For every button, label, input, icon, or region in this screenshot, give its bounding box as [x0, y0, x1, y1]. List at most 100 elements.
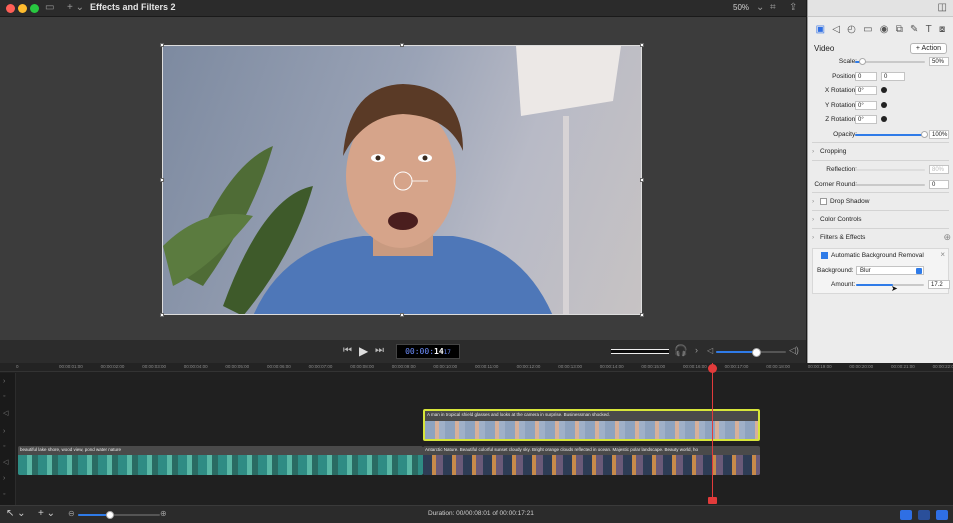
video-preview[interactable] — [162, 45, 642, 315]
opacity-slider[interactable] — [855, 130, 928, 138]
timeline-clip[interactable]: beautiful lake shore, wood view, pond wa… — [18, 446, 423, 475]
inspector-toggle-icon[interactable]: ◫ — [938, 2, 947, 13]
ruler-tick-label: 00:00:19:00 — [807, 364, 832, 369]
cropping-section[interactable]: Cropping — [808, 143, 953, 160]
playhead-end-marker[interactable] — [708, 497, 717, 504]
ruler-tick-label: 00:00:12:00 — [516, 364, 541, 369]
volume-fill — [716, 351, 756, 353]
annotation-tab-icon[interactable]: ✎ — [910, 24, 918, 35]
zoom-in-icon[interactable]: ⊕ — [160, 509, 167, 518]
sidebar-toggle-icon[interactable]: ▭ — [45, 2, 54, 14]
screen-tab-icon[interactable]: ▭ — [863, 24, 872, 35]
track-expand-icon[interactable]: › — [3, 428, 5, 435]
volume-slider[interactable] — [716, 348, 786, 357]
snap-toggle-button[interactable] — [900, 510, 912, 520]
pointer-tool-icon[interactable]: ↖ ⌄ — [6, 508, 26, 519]
z-rotation-dial-icon[interactable] — [881, 116, 887, 122]
add-effect-icon[interactable]: ⊕ — [943, 229, 951, 246]
resize-handle[interactable] — [400, 43, 404, 47]
position-x-field[interactable]: 0 — [855, 71, 877, 81]
x-rotation-field[interactable]: 0° — [855, 86, 877, 95]
effect-enabled[interactable]: Automatic Background Removal — [821, 252, 924, 259]
track-audio-icon[interactable]: ◁ — [3, 458, 8, 466]
text-tab-icon[interactable]: T — [926, 24, 932, 35]
zoom-out-icon[interactable]: ⊖ — [68, 509, 75, 518]
minimize-window-button[interactable] — [18, 4, 27, 13]
amount-field[interactable]: 17.2 — [928, 280, 950, 289]
timeline-clip[interactable]: Antarctic Nature. Beautiful colorful sun… — [423, 446, 760, 475]
headphones-icon[interactable]: 🎧 — [674, 344, 688, 357]
ripple-toggle-button[interactable] — [918, 510, 930, 520]
fast-forward-icon[interactable]: ⏭ — [375, 345, 384, 356]
speed-tab-icon[interactable]: ◴ — [847, 24, 856, 35]
track-audio-icon[interactable]: ◁ — [3, 409, 8, 417]
amount-fill — [856, 284, 894, 286]
shapes-tab-icon[interactable]: ⧉ — [896, 24, 903, 35]
resize-handle[interactable] — [400, 313, 404, 317]
resize-handle[interactable] — [160, 43, 164, 47]
reflection-slider[interactable] — [855, 169, 925, 171]
resize-handle[interactable] — [160, 313, 164, 317]
crop-icon[interactable]: ⌗ — [770, 2, 776, 14]
timeline-zoom-knob[interactable] — [106, 511, 114, 519]
position-y-field[interactable]: 0 — [881, 71, 905, 81]
timecode-display[interactable]: 00:00:1417 — [396, 344, 460, 359]
playhead-handle[interactable] — [708, 364, 717, 373]
color-controls-section[interactable]: Color Controls — [808, 211, 953, 228]
chevron-right-icon[interactable]: › — [695, 345, 698, 355]
drop-shadow-section[interactable]: Drop Shadow — [808, 193, 953, 210]
resize-handle[interactable] — [640, 43, 644, 47]
volume-knob[interactable] — [752, 348, 761, 357]
resize-handle[interactable] — [160, 178, 164, 182]
scale-field[interactable]: 50% — [929, 57, 949, 66]
corner-round-field[interactable]: 0 — [929, 179, 949, 189]
drop-shadow-checkbox[interactable] — [820, 197, 827, 205]
scale-knob[interactable] — [859, 58, 867, 65]
effect-checkbox[interactable] — [821, 252, 828, 259]
share-icon[interactable]: ⇪ — [789, 2, 797, 14]
y-rotation-field[interactable]: 0° — [855, 100, 877, 110]
opacity-knob[interactable] — [921, 130, 928, 138]
close-window-button[interactable] — [6, 4, 15, 13]
playhead-line[interactable] — [712, 363, 713, 503]
resize-handle[interactable] — [640, 178, 644, 182]
timeline-zoom-slider[interactable] — [78, 511, 160, 519]
timeline-clip-selected[interactable]: A man in tropical shield glasses and loo… — [423, 409, 760, 441]
record-tab-icon[interactable]: ◉ — [880, 24, 889, 35]
track-lock-icon[interactable]: › — [3, 378, 5, 385]
magnet-toggle-button[interactable] — [936, 510, 948, 520]
audio-tab-icon[interactable]: ◁ — [832, 24, 840, 35]
scale-slider[interactable] — [855, 58, 925, 65]
add-icon[interactable]: + ⌄ — [67, 2, 84, 14]
zoom-dropdown-icon[interactable]: ⌄ — [756, 2, 764, 14]
track-visibility-icon[interactable]: ◦ — [3, 443, 5, 450]
title-bar: ▭ + ⌄ Effects and Filters 2 50% ⌄ ⌗ ⇪ — [0, 0, 806, 17]
play-icon[interactable]: ▶ — [359, 344, 368, 358]
video-tab-icon[interactable]: ▣ — [816, 24, 825, 35]
remove-effect-icon[interactable]: × — [940, 250, 945, 259]
ruler-tick-label: 00:00:15:00 — [641, 364, 666, 369]
y-rotation-dial-icon[interactable] — [881, 101, 887, 108]
track-expand-icon[interactable]: › — [3, 475, 5, 482]
layers-tab-icon[interactable]: ⧇ — [939, 24, 945, 35]
add-action-button[interactable]: + Action — [909, 42, 947, 54]
zoom-level[interactable]: 50% — [733, 3, 749, 12]
amount-slider[interactable] — [856, 284, 924, 286]
ruler-tick-label: 00:00:17:00 — [724, 364, 749, 369]
corner-round-slider[interactable] — [855, 183, 925, 186]
track-visibility-icon[interactable]: ◦ — [3, 393, 5, 400]
ruler-tick-label: 00:00:16:00 — [683, 364, 707, 369]
zoom-window-button[interactable] — [30, 4, 39, 13]
z-rotation-field[interactable]: 0° — [855, 115, 877, 124]
timeline-ruler[interactable]: 0 00:00:01:00 00:00:02:00 00:00:03:00 00:00… — [0, 363, 953, 372]
track-visibility-icon[interactable]: ◦ — [3, 491, 5, 498]
resize-handle[interactable] — [640, 313, 644, 317]
rewind-icon[interactable]: ⏮ — [343, 345, 352, 356]
add-track-icon[interactable]: + ⌄ — [38, 508, 55, 519]
ruler-tick-label: 00:00:13:00 — [558, 364, 582, 369]
x-rotation-dial-icon[interactable] — [881, 87, 887, 93]
reflection-field[interactable]: 80% — [929, 165, 949, 174]
background-select[interactable]: Blur — [856, 265, 924, 275]
opacity-field[interactable]: 100% — [929, 129, 949, 139]
filters-effects-section[interactable]: Filters & Effects ⊕ — [808, 229, 953, 246]
